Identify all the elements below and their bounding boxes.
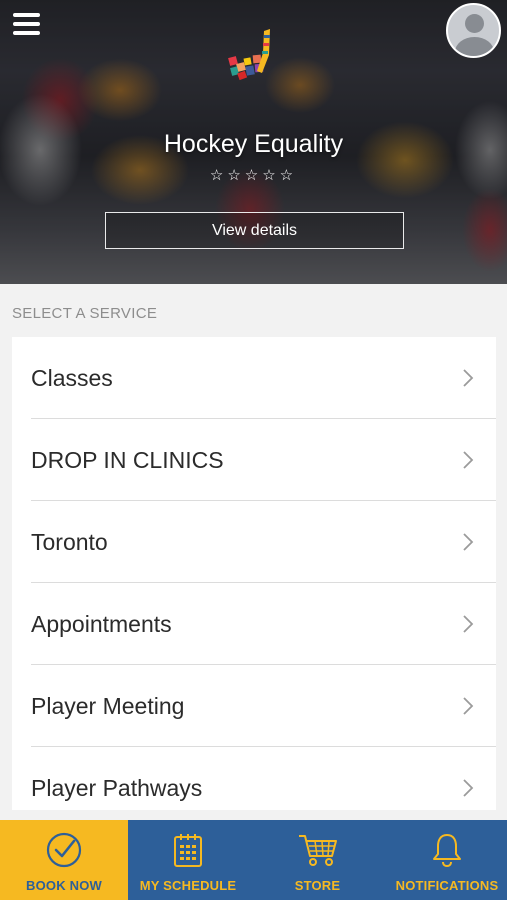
service-item-player-pathways[interactable]: Player Pathways [12, 747, 496, 810]
nav-book-now[interactable]: BOOK NOW [0, 820, 128, 900]
nav-my-schedule[interactable]: MY SCHEDULE [128, 820, 248, 900]
service-item-player-meeting[interactable]: Player Meeting [12, 665, 496, 747]
chevron-right-icon [463, 369, 474, 387]
bell-icon [433, 834, 461, 868]
calendar-icon [174, 834, 202, 867]
section-title: SELECT A SERVICE [12, 305, 158, 322]
hockey-equality-logo [228, 29, 270, 81]
nav-label: STORE [294, 878, 341, 893]
nav-notifications[interactable]: NOTIFICATIONS [387, 820, 507, 900]
service-item-classes[interactable]: Classes [12, 337, 496, 419]
chevron-right-icon [463, 615, 474, 633]
nav-label: MY SCHEDULE [139, 878, 237, 893]
cart-icon [298, 835, 337, 866]
nav-label: NOTIFICATIONS [395, 878, 499, 893]
hero-banner: Hockey Equality ☆☆☆☆☆ View details [0, 0, 507, 284]
service-item-label: Appointments [31, 610, 172, 637]
chevron-right-icon [463, 533, 474, 551]
service-item-drop-in-clinics[interactable]: DROP IN CLINICS [12, 419, 496, 501]
view-details-button[interactable]: View details [105, 212, 404, 249]
nav-store[interactable]: STORE [248, 820, 387, 900]
rating-stars: ☆☆☆☆☆ [209, 167, 298, 184]
service-item-label: DROP IN CLINICS [31, 446, 224, 473]
hamburger-menu-icon[interactable] [13, 13, 40, 37]
bottom-nav: BOOK NOW MY SCHEDULE STORE NOTIFICATIONS [0, 820, 507, 900]
check-circle-icon [46, 832, 82, 868]
chevron-right-icon [463, 451, 474, 469]
user-avatar-icon[interactable] [446, 3, 501, 58]
service-item-toronto[interactable]: Toronto [12, 501, 496, 583]
service-item-label: Player Pathways [31, 774, 203, 801]
service-item-label: Toronto [31, 528, 108, 555]
nav-label: BOOK NOW [26, 878, 102, 893]
chevron-right-icon [463, 697, 474, 715]
service-item-label: Classes [31, 364, 113, 391]
service-item-label: Player Meeting [31, 692, 185, 719]
service-item-appointments[interactable]: Appointments [12, 583, 496, 665]
service-list: Classes DROP IN CLINICS Toronto Appointm… [12, 337, 496, 810]
chevron-right-icon [463, 779, 474, 797]
org-title: Hockey Equality [163, 130, 344, 158]
